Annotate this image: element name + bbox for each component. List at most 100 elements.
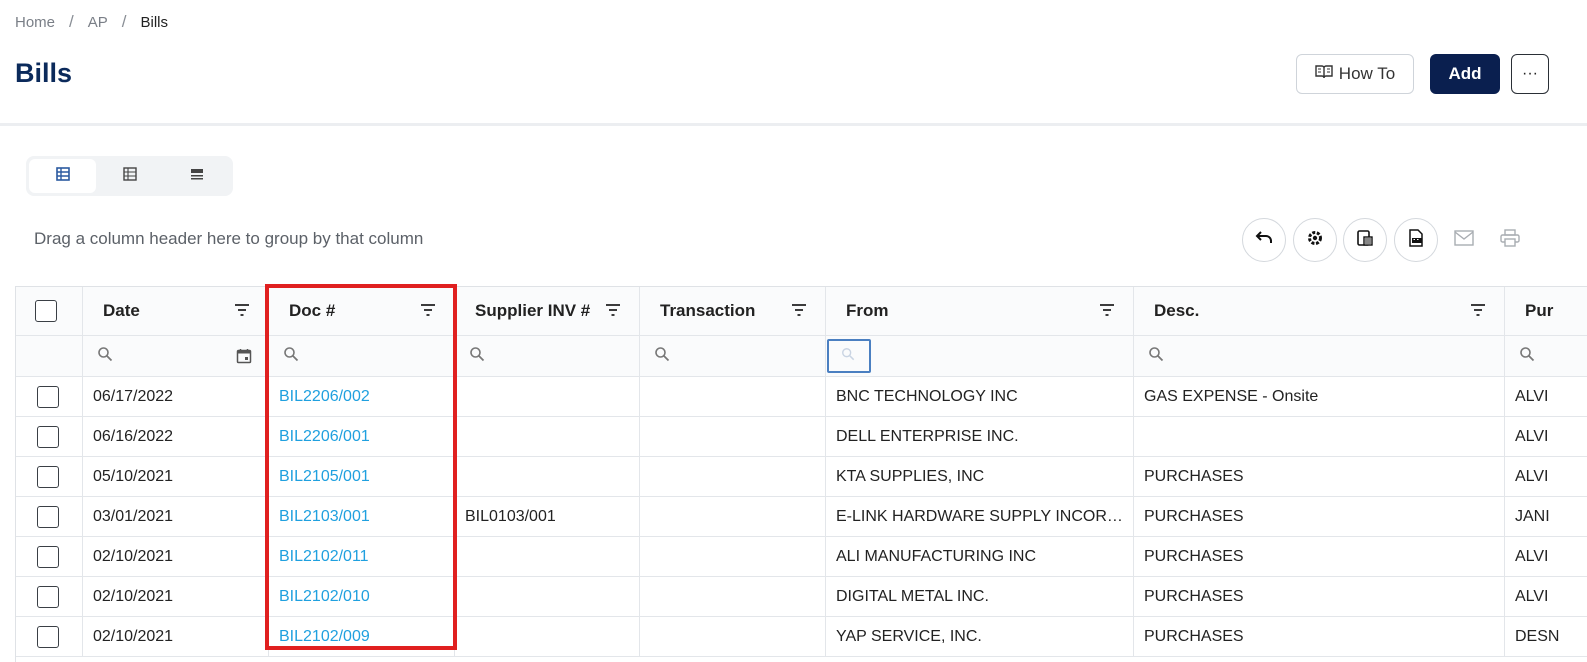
filter-transaction[interactable] xyxy=(640,336,826,376)
filter-pur[interactable] xyxy=(1505,336,1587,376)
cell-transaction xyxy=(640,377,826,416)
cell-pur: DESN xyxy=(1505,617,1587,656)
row-checkbox[interactable] xyxy=(37,465,59,488)
grid-view-button[interactable] xyxy=(29,159,96,193)
row-checkbox[interactable] xyxy=(37,585,59,608)
row-select-cell xyxy=(16,537,83,576)
doc-link[interactable]: BIL2102/009 xyxy=(269,628,370,646)
row-select-cell xyxy=(16,617,83,656)
email-button[interactable] xyxy=(1452,228,1476,252)
pur-value: ALVI xyxy=(1515,547,1549,565)
row-checkbox[interactable] xyxy=(37,425,59,448)
from-value: DIGITAL METAL INC. xyxy=(836,587,989,605)
list-view-button[interactable] xyxy=(96,159,163,193)
table-row[interactable]: 02/10/2021 BIL2102/009 YAP SERVICE, INC.… xyxy=(16,617,1587,657)
search-icon xyxy=(1519,346,1535,367)
header-transaction[interactable]: Transaction xyxy=(640,287,826,335)
undo-button[interactable] xyxy=(1242,218,1286,262)
search-icon xyxy=(841,347,855,366)
filter-lines-icon[interactable] xyxy=(605,303,621,322)
table-row[interactable]: 02/10/2021 BIL2102/010 DIGITAL METAL INC… xyxy=(16,577,1587,617)
filter-lines-icon[interactable] xyxy=(1099,303,1115,322)
filter-desc[interactable] xyxy=(1134,336,1505,376)
filter-lines-icon[interactable] xyxy=(420,303,436,322)
row-checkbox[interactable] xyxy=(37,545,59,568)
add-button[interactable]: Add xyxy=(1430,54,1500,94)
row-select-cell xyxy=(16,577,83,616)
header-doc[interactable]: Doc # xyxy=(269,287,455,335)
column-chooser-button[interactable] xyxy=(1343,218,1387,262)
supplier-inv-value: BIL0103/001 xyxy=(465,507,556,525)
cell-desc: GAS EXPENSE - Onsite xyxy=(1134,377,1505,416)
doc-link[interactable]: BIL2206/001 xyxy=(269,428,370,446)
cell-supplier-inv xyxy=(455,457,640,496)
row-checkbox[interactable] xyxy=(37,385,59,408)
doc-link[interactable]: BIL2102/011 xyxy=(269,548,369,566)
column-chooser-icon xyxy=(1356,229,1374,252)
table-row[interactable]: 03/01/2021 BIL2103/001 BIL0103/001 E-LIN… xyxy=(16,497,1587,537)
search-icon xyxy=(1148,346,1164,367)
from-value: DELL ENTERPRISE INC. xyxy=(836,427,1019,445)
from-value: E-LINK HARDWARE SUPPLY INCORPO... xyxy=(836,507,1133,525)
export-pdf-icon xyxy=(1407,228,1425,252)
filter-from-input[interactable] xyxy=(827,339,871,373)
gear-icon xyxy=(1306,229,1324,252)
filter-lines-icon[interactable] xyxy=(791,303,807,322)
filter-lines-icon[interactable] xyxy=(234,303,250,322)
header-date-label: Date xyxy=(103,301,140,320)
table-row[interactable]: 06/16/2022 BIL2206/001 DELL ENTERPRISE I… xyxy=(16,417,1587,457)
doc-link[interactable]: BIL2102/010 xyxy=(269,588,370,606)
search-icon xyxy=(283,346,299,367)
header-from[interactable]: From xyxy=(826,287,1134,335)
cell-desc: PURCHASES xyxy=(1134,577,1505,616)
calendar-icon[interactable] xyxy=(236,348,252,369)
how-to-label: How To xyxy=(1338,64,1396,83)
cell-supplier-inv: BIL0103/001 xyxy=(455,497,640,536)
doc-link[interactable]: BIL2105/001 xyxy=(269,468,370,486)
breadcrumb-home[interactable]: Home xyxy=(15,14,55,31)
print-button[interactable] xyxy=(1498,228,1522,252)
cell-doc: BIL2102/011 xyxy=(269,537,455,576)
desc-value: GAS EXPENSE - Onsite xyxy=(1144,387,1319,405)
header-pur[interactable]: Pur xyxy=(1505,287,1587,335)
doc-link[interactable]: BIL2206/002 xyxy=(269,388,370,406)
breadcrumb-ap[interactable]: AP xyxy=(88,14,108,31)
doc-link[interactable]: BIL2103/001 xyxy=(269,508,370,526)
table-row[interactable]: 05/10/2021 BIL2105/001 KTA SUPPLIES, INC… xyxy=(16,457,1587,497)
cell-from: ALI MANUFACTURING INC xyxy=(826,537,1134,576)
cell-date: 02/10/2021 xyxy=(83,537,269,576)
cell-from: BNC TECHNOLOGY INC xyxy=(826,377,1134,416)
cell-doc: BIL2102/010 xyxy=(269,577,455,616)
compact-view-button[interactable] xyxy=(163,159,230,193)
cell-supplier-inv xyxy=(455,537,640,576)
row-checkbox[interactable] xyxy=(37,625,59,648)
cell-doc: BIL2102/009 xyxy=(269,617,455,656)
header-desc-label: Desc. xyxy=(1154,301,1200,320)
table-row[interactable]: 06/17/2022 BIL2206/002 BNC TECHNOLOGY IN… xyxy=(16,377,1587,417)
cell-pur: ALVI xyxy=(1505,457,1587,496)
row-checkbox[interactable] xyxy=(37,505,59,528)
header-supplier-inv[interactable]: Supplier INV # xyxy=(455,287,640,335)
grid-filter-row xyxy=(16,336,1587,377)
select-all-checkbox[interactable] xyxy=(35,300,57,322)
filter-lines-icon[interactable] xyxy=(1470,303,1486,322)
header-desc[interactable]: Desc. xyxy=(1134,287,1505,335)
undo-icon xyxy=(1255,230,1273,251)
header-date[interactable]: Date xyxy=(83,287,269,335)
settings-button[interactable] xyxy=(1293,218,1337,262)
filter-from[interactable] xyxy=(826,336,1134,376)
how-to-button[interactable]: How To xyxy=(1296,54,1414,94)
search-icon xyxy=(97,346,113,367)
cell-desc: PURCHASES xyxy=(1134,457,1505,496)
table-row[interactable]: 02/10/2021 BIL2102/011 ALI MANUFACTURING… xyxy=(16,537,1587,577)
filter-date[interactable] xyxy=(83,336,269,376)
export-pdf-button[interactable] xyxy=(1394,218,1438,262)
row-select-cell xyxy=(16,497,83,536)
filter-doc[interactable] xyxy=(269,336,455,376)
filter-supplier-inv[interactable] xyxy=(455,336,640,376)
more-options-button[interactable]: ··· xyxy=(1511,54,1549,94)
search-icon xyxy=(469,346,485,367)
cell-date: 03/01/2021 xyxy=(83,497,269,536)
cell-pur: JANI xyxy=(1505,497,1587,536)
header-pur-label: Pur xyxy=(1525,301,1554,320)
